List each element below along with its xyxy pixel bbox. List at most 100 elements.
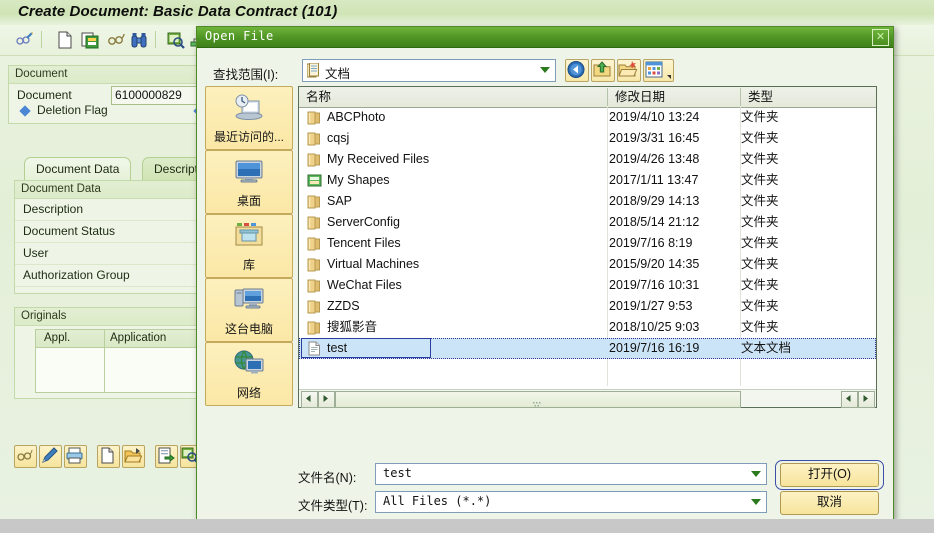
place-label: 库: [242, 258, 255, 272]
folder-icon: [307, 278, 322, 293]
scroll-right-arrow-icon-2[interactable]: [858, 391, 875, 408]
column-header-name[interactable]: 名称: [299, 87, 614, 107]
folder-icon: [307, 110, 322, 125]
look-in-combo[interactable]: 文档: [302, 59, 556, 82]
create-new-folder-button[interactable]: [617, 59, 641, 82]
new-document-icon[interactable]: [55, 30, 75, 50]
place-desktop[interactable]: 桌面: [205, 150, 293, 214]
folder-icon: [307, 131, 322, 146]
folder-icon: [307, 320, 322, 335]
print-button[interactable]: [64, 445, 87, 468]
open-button[interactable]: 打开(O): [780, 463, 879, 487]
open-file-dialog: Open File ✕ 查找范围(I): 文档 最近访问的... 桌面 库 这台…: [196, 26, 894, 521]
column-header-date[interactable]: 修改日期: [608, 87, 748, 107]
chevron-down-icon[interactable]: [751, 471, 761, 477]
folder-icon: [307, 236, 322, 251]
dialog-title-bar[interactable]: Open File: [197, 27, 893, 48]
originals-panel: Originals Appl. Application: [14, 307, 207, 399]
file-date: 2015/9/20 14:35: [609, 257, 700, 271]
filetype-label: 文件类型(T):: [298, 499, 368, 513]
display-glasses-button[interactable]: [14, 445, 37, 468]
place-label: 这台电脑: [224, 322, 273, 336]
this-pc-icon: [233, 285, 265, 313]
column-header-type[interactable]: 类型: [741, 87, 883, 107]
list-item[interactable]: My Received Files 2019/4/26 13:48 文件夹: [299, 149, 876, 170]
scroll-left-arrow-icon[interactable]: [301, 391, 318, 408]
file-name: cqsj: [327, 131, 350, 145]
column-application[interactable]: Application: [110, 330, 166, 347]
file-list[interactable]: 名称 修改日期 类型 ABCPhoto 2019/4/10 13:24 文件夹 …: [298, 86, 877, 408]
file-name: My Received Files: [327, 152, 430, 166]
list-item[interactable]: ServerConfig 2018/5/14 21:12 文件夹: [299, 212, 876, 233]
cancel-button[interactable]: 取消: [780, 491, 879, 515]
document-field-label: Document: [17, 88, 72, 102]
toolbar-separator-2: [155, 31, 156, 48]
back-button[interactable]: [565, 59, 589, 82]
filetype-value: All Files (*.*): [383, 494, 492, 508]
copy-document-icon[interactable]: [80, 30, 100, 50]
find-next-icon[interactable]: [166, 30, 186, 50]
tab-document-data[interactable]: Document Data: [24, 157, 132, 181]
filetype-select[interactable]: All Files (*.*): [375, 491, 767, 513]
list-item[interactable]: ZZDS 2019/1/27 9:53 文件夹: [299, 296, 876, 317]
list-item-selected[interactable]: test 2019/7/16 16:19 文本文档: [299, 338, 876, 359]
file-date: 2019/3/31 16:45: [609, 131, 700, 145]
originals-table[interactable]: Appl. Application: [35, 329, 207, 393]
folder-icon: [307, 152, 322, 167]
network-icon: [233, 349, 265, 377]
import-file-button[interactable]: [155, 445, 178, 468]
file-list-header: 名称 修改日期 类型: [299, 87, 876, 108]
glasses-pencil-icon[interactable]: [14, 30, 34, 50]
list-item[interactable]: My Shapes 2017/1/11 13:47 文件夹: [299, 170, 876, 191]
list-item[interactable]: Virtual Machines 2015/9/20 14:35 文件夹: [299, 254, 876, 275]
list-item[interactable]: cqsj 2019/3/31 16:45 文件夹: [299, 128, 876, 149]
open-folder-button[interactable]: [122, 445, 145, 468]
create-file-button[interactable]: [97, 445, 120, 468]
file-type: 文本文档: [741, 341, 792, 355]
filename-input[interactable]: test: [375, 463, 767, 485]
file-type: 文件夹: [741, 110, 779, 124]
folder-icon: [307, 194, 322, 209]
edit-pencil-button[interactable]: [39, 445, 62, 468]
place-network[interactable]: 网络: [205, 342, 293, 406]
scrollbar-thumb[interactable]: [335, 391, 741, 408]
column-divider: [104, 330, 105, 392]
file-list-rows[interactable]: ABCPhoto 2019/4/10 13:24 文件夹 cqsj 2019/3…: [299, 107, 876, 386]
file-date: 2019/1/27 9:53: [609, 299, 693, 313]
places-bar: 最近访问的... 桌面 库 这台电脑 网络: [205, 86, 293, 406]
list-item[interactable]: SAP 2018/9/29 14:13 文件夹: [299, 191, 876, 212]
list-item[interactable]: WeChat Files 2019/7/16 10:31 文件夹: [299, 275, 876, 296]
binoculars-icon[interactable]: [129, 30, 149, 50]
chevron-down-icon[interactable]: [667, 75, 671, 79]
look-in-label: 查找范围(I):: [213, 68, 279, 82]
chevron-down-icon[interactable]: [751, 499, 761, 505]
document-data-row: Authorization Group: [15, 265, 205, 287]
list-item[interactable]: Tencent Files 2019/7/16 8:19 文件夹: [299, 233, 876, 254]
document-data-row: User: [15, 243, 205, 265]
scroll-left-arrow-icon-2[interactable]: [841, 391, 858, 408]
file-date: 2019/7/16 10:31: [609, 278, 700, 292]
shapes-folder-icon: [307, 173, 322, 188]
place-label: 最近访问的...: [213, 130, 284, 144]
list-item[interactable]: ABCPhoto 2019/4/10 13:24 文件夹: [299, 107, 876, 128]
document-data-row: Description: [15, 199, 205, 221]
file-date: 2019/4/26 13:48: [609, 152, 700, 166]
file-date: 2019/7/16 16:19: [609, 341, 700, 355]
place-this-pc[interactable]: 这台电脑: [205, 278, 293, 342]
file-date: 2017/1/11 13:47: [609, 173, 699, 187]
up-one-level-button[interactable]: [591, 59, 615, 82]
place-libraries[interactable]: 库: [205, 214, 293, 278]
column-appl[interactable]: Appl.: [44, 330, 70, 347]
list-item[interactable]: 搜狐影音 2018/10/25 9:03 文件夹: [299, 317, 876, 338]
dialog-title: Open File: [205, 29, 274, 43]
scroll-right-arrow-icon[interactable]: [318, 391, 335, 408]
file-name: Virtual Machines: [327, 257, 420, 271]
place-recent[interactable]: 最近访问的...: [205, 86, 293, 150]
place-label: 网络: [236, 386, 261, 400]
horizontal-scrollbar[interactable]: [299, 389, 876, 408]
chevron-down-icon[interactable]: [540, 67, 550, 73]
close-icon[interactable]: ✕: [872, 29, 889, 46]
glasses-icon[interactable]: [106, 30, 126, 50]
views-button[interactable]: [643, 59, 674, 82]
file-type: 文件夹: [741, 278, 779, 292]
